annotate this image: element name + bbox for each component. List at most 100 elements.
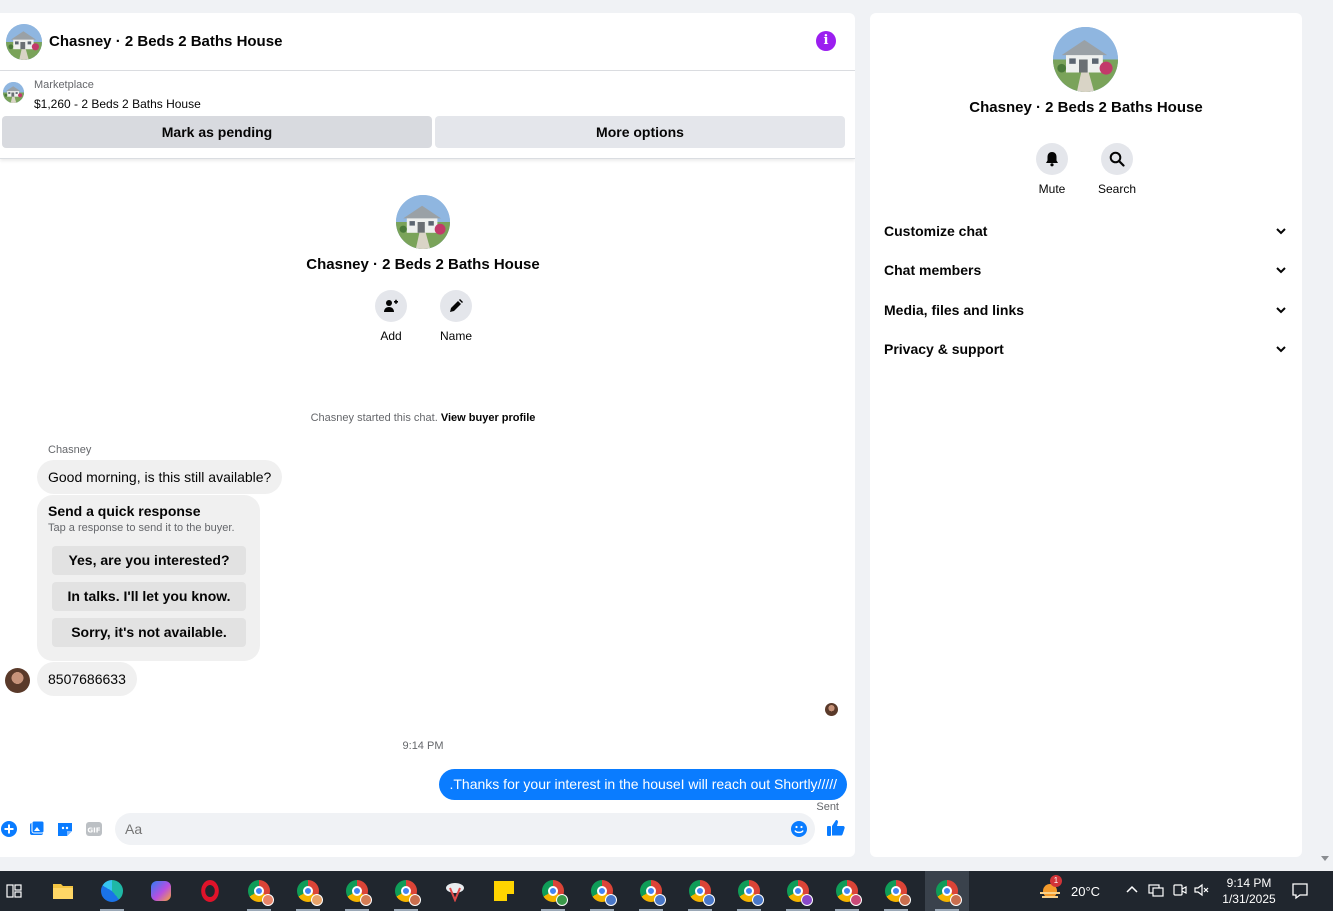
meet-now-icon[interactable]: [1172, 882, 1188, 898]
view-buyer-profile-link[interactable]: View buyer profile: [441, 412, 536, 424]
chrome-profile-icon[interactable]: [876, 871, 916, 911]
chat-header: Chasney · 2 Beds 2 Baths House i: [0, 13, 855, 71]
photo-icon[interactable]: [28, 820, 46, 838]
listing-source: Marketplace: [34, 79, 94, 91]
quick-response-card: Send a quick response Tap a response to …: [37, 495, 260, 661]
name-action[interactable]: Name: [426, 290, 486, 343]
conversation-avatar[interactable]: [6, 24, 42, 60]
section-label: Media, files and links: [884, 302, 1025, 318]
search-icon[interactable]: [1101, 143, 1133, 175]
clock-time: 9:14 PM: [1226, 876, 1272, 890]
incoming-message[interactable]: Good morning, is this still available?: [37, 460, 283, 494]
section-chat-members[interactable]: Chat members: [884, 255, 1288, 285]
mark-as-pending-button[interactable]: Mark as pending: [2, 116, 432, 148]
message-status: Sent: [816, 801, 839, 813]
copilot-icon[interactable]: [141, 871, 181, 911]
chat-panel: Chasney · 2 Beds 2 Baths House i Marketp…: [0, 13, 855, 857]
chrome-profile-icon[interactable]: [386, 871, 426, 911]
file-explorer-icon[interactable]: [43, 871, 83, 911]
chrome-profile-icon-active[interactable]: [925, 871, 969, 911]
task-view-icon[interactable]: [0, 871, 34, 911]
weather-alert-badge: 1: [1050, 875, 1062, 887]
thread-title: Chasney · 2 Beds 2 Baths House: [306, 256, 540, 273]
sender-avatar[interactable]: [5, 668, 30, 693]
network-icon[interactable]: [1148, 882, 1164, 898]
chrome-profile-icon[interactable]: [337, 871, 377, 911]
clock-date: 1/31/2025: [1222, 892, 1276, 906]
add-person-icon[interactable]: [375, 290, 407, 322]
pencil-icon[interactable]: [440, 290, 472, 322]
thumbs-up-icon[interactable]: [826, 818, 846, 838]
volume-muted-icon[interactable]: [1194, 882, 1210, 898]
sticker-icon[interactable]: [56, 820, 74, 838]
info-avatar[interactable]: [1053, 27, 1118, 92]
quick-response-subtitle: Tap a response to send it to the buyer.: [48, 522, 235, 534]
notification-icon[interactable]: [1291, 882, 1309, 900]
message-input[interactable]: [115, 813, 815, 845]
section-privacy-support[interactable]: Privacy & support: [884, 334, 1288, 364]
more-options-button[interactable]: More options: [435, 116, 845, 148]
chevron-down-icon: [1276, 346, 1286, 353]
mute-action[interactable]: Mute: [1022, 143, 1082, 196]
name-label: Name: [439, 329, 472, 343]
bell-icon[interactable]: [1036, 143, 1068, 175]
add-label: Add: [380, 329, 402, 343]
mute-label: Mute: [1038, 182, 1066, 196]
opera-icon[interactable]: [190, 871, 230, 911]
chrome-profile-icon[interactable]: [288, 871, 328, 911]
info-title: Chasney · 2 Beds 2 Baths House: [969, 99, 1203, 116]
thread-avatar: [396, 195, 450, 249]
seen-indicator-avatar: [825, 703, 838, 716]
incoming-message[interactable]: 8507686633: [37, 662, 137, 696]
weather-temperature: 20°C: [1071, 883, 1101, 899]
quick-response-title: Send a quick response: [48, 503, 201, 519]
chrome-profile-icon[interactable]: [827, 871, 867, 911]
emoji-icon[interactable]: [790, 820, 808, 838]
outgoing-message[interactable]: .Thanks for your interest in the houseI …: [439, 769, 847, 800]
quick-response-button[interactable]: Sorry, it's not available.: [52, 618, 246, 647]
section-label: Privacy & support: [884, 341, 1004, 357]
chevron-down-icon: [1276, 267, 1286, 274]
section-customize-chat[interactable]: Customize chat: [884, 216, 1288, 246]
chevron-down-icon: [1276, 228, 1286, 235]
taskbar: 1 20°C 9:14 PM 1/31/2025: [0, 871, 1333, 911]
quick-response-button[interactable]: Yes, are you interested?: [52, 546, 246, 575]
chrome-profile-icon[interactable]: [631, 871, 671, 911]
section-label: Customize chat: [884, 223, 988, 239]
chrome-profile-icon[interactable]: [582, 871, 622, 911]
composer: GIF: [0, 813, 855, 849]
system-clock[interactable]: 9:14 PM 1/31/2025: [1214, 875, 1284, 907]
listing-title[interactable]: $1,260 - 2 Beds 2 Baths House: [34, 97, 201, 111]
svg-text:GIF: GIF: [87, 827, 100, 835]
chrome-profile-icon[interactable]: [729, 871, 769, 911]
chevron-up-icon[interactable]: [1124, 882, 1140, 898]
edge-icon[interactable]: [92, 871, 132, 911]
weather-widget[interactable]: 1 20°C: [1038, 871, 1100, 911]
sender-name: Chasney: [48, 444, 92, 456]
listing-bar: Marketplace $1,260 - 2 Beds 2 Baths Hous…: [0, 71, 855, 159]
conversation-info-panel: Chasney · 2 Beds 2 Baths House Mute Sear…: [870, 13, 1302, 857]
search-label: Search: [1097, 182, 1137, 196]
message-timestamp: 9:14 PM: [402, 740, 444, 752]
listing-thumbnail[interactable]: [3, 82, 24, 103]
message-thread: Chasney · 2 Beds 2 Baths House Add Name …: [0, 160, 855, 813]
chrome-profile-icon[interactable]: [239, 871, 279, 911]
section-media-files-links[interactable]: Media, files and links: [884, 295, 1288, 325]
search-action[interactable]: Search: [1087, 143, 1147, 196]
chat-started-notice: Chasney started this chat. View buyer pr…: [0, 412, 846, 424]
plus-icon[interactable]: [0, 820, 18, 838]
info-icon[interactable]: i: [816, 31, 836, 51]
section-label: Chat members: [884, 262, 982, 278]
scroll-down-arrow[interactable]: [1320, 855, 1330, 863]
add-action[interactable]: Add: [361, 290, 421, 343]
started-text: Chasney started this chat.: [310, 412, 438, 424]
chevron-down-icon: [1276, 307, 1286, 314]
chrome-profile-icon[interactable]: [680, 871, 720, 911]
chrome-profile-icon[interactable]: [778, 871, 818, 911]
quick-response-button[interactable]: In talks. I'll let you know.: [52, 582, 246, 611]
sticky-notes-icon[interactable]: [484, 871, 524, 911]
snipping-tool-icon[interactable]: [435, 871, 475, 911]
gif-icon[interactable]: GIF: [85, 820, 103, 838]
chrome-profile-icon[interactable]: [533, 871, 573, 911]
conversation-title[interactable]: Chasney · 2 Beds 2 Baths House: [49, 33, 282, 50]
